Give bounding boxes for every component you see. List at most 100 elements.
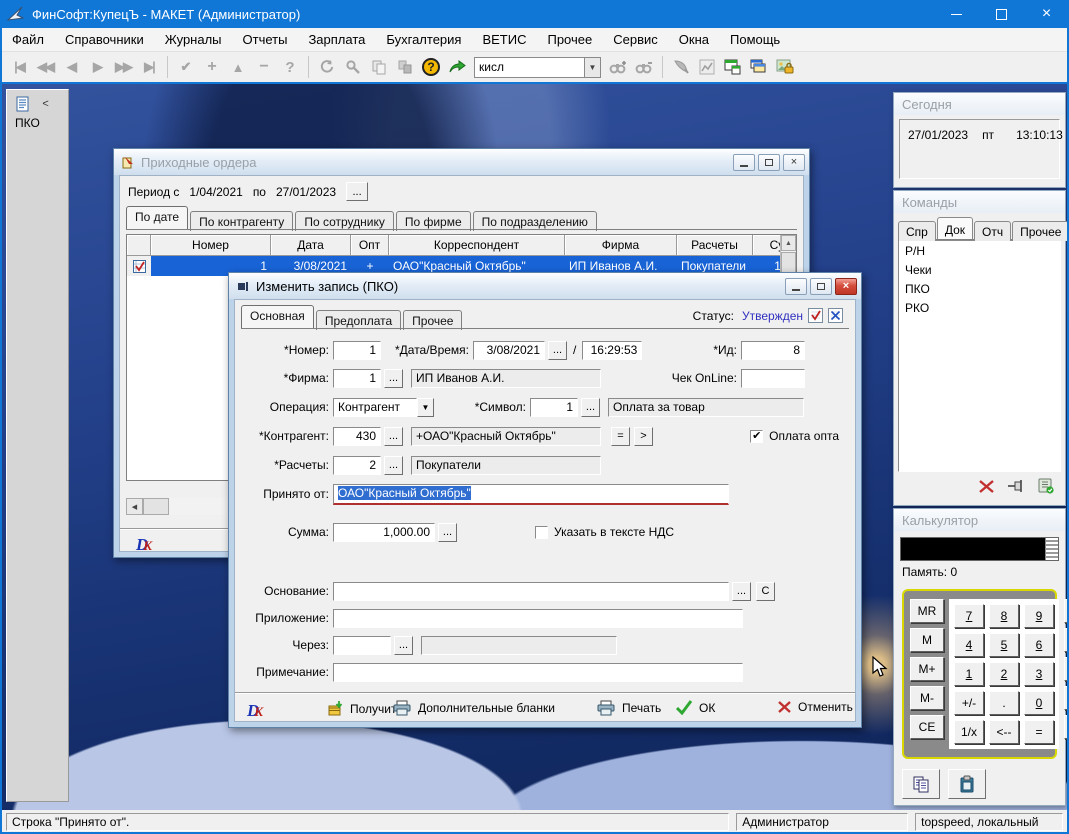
sum-browse-button[interactable]: ... bbox=[438, 523, 457, 542]
receive-button[interactable]: Получить bbox=[327, 700, 403, 717]
received-from-field[interactable]: ОАО"Красный Октябрь" bbox=[333, 484, 729, 505]
dialog-close-button[interactable]: × bbox=[835, 278, 857, 295]
key-m-plus[interactable]: M+ bbox=[910, 657, 944, 681]
calc-copy-button[interactable] bbox=[902, 769, 940, 799]
help-badge-icon[interactable]: ? bbox=[418, 55, 444, 79]
menu-directories[interactable]: Справочники bbox=[65, 32, 144, 47]
nav-fast-next-icon[interactable]: ▶▶ bbox=[110, 55, 136, 79]
scroll-up-icon[interactable]: ▲ bbox=[781, 235, 796, 251]
key-multiply[interactable]: x bbox=[1064, 657, 1069, 681]
command-item-rko[interactable]: РКО bbox=[905, 301, 1054, 320]
dialog-minimize-button[interactable] bbox=[785, 278, 807, 295]
orders-restore-button[interactable] bbox=[758, 154, 780, 171]
key-0[interactable]: 0 bbox=[1024, 691, 1054, 715]
time-field[interactable]: 16:29:53 bbox=[582, 341, 642, 360]
key-9[interactable]: 9 bbox=[1024, 604, 1054, 628]
key-mr[interactable]: MR bbox=[910, 599, 944, 623]
column-date[interactable]: Дата bbox=[271, 235, 351, 256]
delete-command-icon[interactable] bbox=[978, 479, 995, 494]
unapprove-icon[interactable] bbox=[828, 308, 843, 323]
find-next-icon[interactable] bbox=[605, 55, 631, 79]
menu-accounting[interactable]: Бухгалтерия bbox=[386, 32, 461, 47]
attachment-field[interactable] bbox=[333, 609, 743, 628]
wand-icon[interactable] bbox=[668, 55, 694, 79]
menu-service[interactable]: Сервис bbox=[613, 32, 658, 47]
key-m-minus[interactable]: M- bbox=[910, 686, 944, 710]
key-m[interactable]: M bbox=[910, 628, 944, 652]
period-browse-button[interactable]: ... bbox=[346, 182, 368, 201]
menu-salary[interactable]: Зарплата bbox=[308, 32, 365, 47]
key-divide[interactable]: / bbox=[1064, 628, 1069, 652]
key-subtract[interactable]: - bbox=[1064, 686, 1069, 710]
operation-combo-value[interactable]: Контрагент bbox=[333, 398, 417, 417]
settlement-browse-button[interactable]: ... bbox=[384, 456, 403, 475]
nav-last-icon[interactable]: ▶| bbox=[136, 55, 162, 79]
tab-by-firm[interactable]: По фирме bbox=[396, 211, 471, 231]
check-online-field[interactable] bbox=[741, 369, 805, 388]
date-field[interactable]: 3/08/2021 bbox=[473, 341, 545, 360]
nav-first-icon[interactable]: |◀ bbox=[6, 55, 32, 79]
opt-pay-checkbox[interactable]: ✔ Оплата опта bbox=[750, 429, 839, 443]
extra-forms-button[interactable]: Дополнительные бланки bbox=[393, 700, 555, 716]
contractor-code-field[interactable]: 430 bbox=[333, 427, 381, 446]
nav-fast-prev-icon[interactable]: ◀◀ bbox=[32, 55, 58, 79]
key-5[interactable]: 5 bbox=[989, 633, 1019, 657]
refresh-icon[interactable] bbox=[314, 55, 340, 79]
number-field[interactable]: 1 bbox=[333, 341, 381, 360]
key-4[interactable]: 4 bbox=[954, 633, 984, 657]
firm-browse-button[interactable]: ... bbox=[384, 369, 403, 388]
notebook-check-icon[interactable] bbox=[1037, 478, 1055, 494]
key-reciprocal[interactable]: 1/x bbox=[954, 720, 984, 744]
key-1[interactable]: 1 bbox=[954, 662, 984, 686]
search-key-icon[interactable] bbox=[340, 55, 366, 79]
minimize-button[interactable] bbox=[934, 0, 979, 28]
key-7[interactable]: 7 bbox=[954, 604, 984, 628]
menu-journals[interactable]: Журналы bbox=[165, 32, 222, 47]
contractor-open-button[interactable]: > bbox=[634, 427, 653, 446]
document-icon[interactable] bbox=[15, 96, 31, 112]
sidebar-item-pko[interactable]: ПКО bbox=[15, 116, 68, 130]
command-item-pko[interactable]: ПКО bbox=[905, 282, 1054, 301]
tab-prochee[interactable]: Прочее bbox=[1012, 221, 1069, 241]
tab-by-date[interactable]: По дате bbox=[126, 206, 188, 229]
vat-checkbox[interactable]: Указать в тексте НДС bbox=[535, 525, 674, 539]
tab-prepayment[interactable]: Предоплата bbox=[316, 310, 401, 330]
pin-icon[interactable] bbox=[1007, 479, 1025, 493]
image-lock-icon[interactable] bbox=[772, 55, 798, 79]
key-3[interactable]: 3 bbox=[1024, 662, 1054, 686]
add-record-icon[interactable]: + bbox=[199, 55, 225, 79]
via-browse-button[interactable]: ... bbox=[394, 636, 413, 655]
key-backspace[interactable]: <-- bbox=[989, 720, 1019, 744]
key-plus-minus[interactable]: +/- bbox=[954, 691, 984, 715]
tab-other[interactable]: Прочее bbox=[403, 310, 462, 330]
quick-search-dropdown-icon[interactable]: ▼ bbox=[584, 57, 601, 78]
copy-icon[interactable] bbox=[366, 55, 392, 79]
tab-by-division[interactable]: По подразделению bbox=[473, 211, 597, 231]
close-button[interactable]: × bbox=[1024, 0, 1069, 28]
menu-file[interactable]: Файл bbox=[12, 32, 44, 47]
dialog-restore-button[interactable] bbox=[810, 278, 832, 295]
column-marker[interactable] bbox=[127, 235, 151, 256]
column-opt[interactable]: Опт bbox=[351, 235, 389, 256]
key-dot[interactable]: . bbox=[989, 691, 1019, 715]
firm-code-field[interactable]: 1 bbox=[333, 369, 381, 388]
print-button[interactable]: Печать bbox=[597, 700, 661, 716]
nav-next-icon[interactable]: ▶ bbox=[84, 55, 110, 79]
confirm-icon[interactable]: ✔ bbox=[173, 55, 199, 79]
key-ce[interactable]: CE bbox=[910, 715, 944, 739]
nav-prev-icon[interactable]: ◀ bbox=[58, 55, 84, 79]
calc-paste-button[interactable] bbox=[948, 769, 986, 799]
maximize-button[interactable] bbox=[979, 0, 1024, 28]
menu-vetis[interactable]: ВЕТИС bbox=[482, 32, 526, 47]
tab-dok[interactable]: Док bbox=[937, 217, 973, 239]
contractor-browse-button[interactable]: ... bbox=[384, 427, 403, 446]
help-question-icon[interactable]: ? bbox=[277, 55, 303, 79]
key-percent[interactable]: % bbox=[1064, 599, 1069, 623]
tab-by-employee[interactable]: По сотруднику bbox=[295, 211, 394, 231]
column-number[interactable]: Номер bbox=[151, 235, 271, 256]
menu-help[interactable]: Помощь bbox=[730, 32, 780, 47]
copy-special-icon[interactable] bbox=[392, 55, 418, 79]
basis-field[interactable] bbox=[333, 582, 729, 601]
new-window-icon[interactable] bbox=[720, 55, 746, 79]
approve-icon[interactable] bbox=[808, 308, 823, 323]
